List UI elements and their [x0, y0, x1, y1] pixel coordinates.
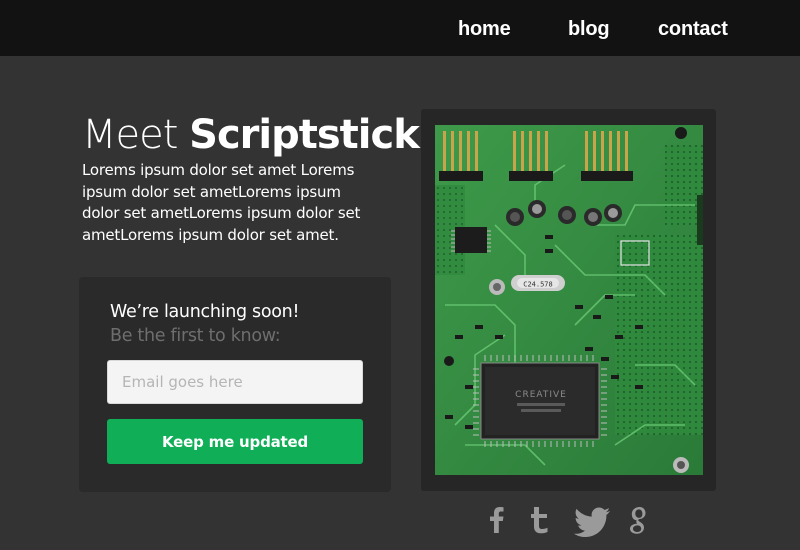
nav-link-home[interactable]: home: [458, 16, 511, 42]
title-prefix: Meet: [82, 112, 178, 158]
tumblr-icon[interactable]: [528, 503, 554, 537]
twitter-icon[interactable]: [572, 503, 612, 537]
circuit-board-image: C24.578 CREATIVE: [435, 125, 703, 475]
keep-me-updated-button[interactable]: Keep me updated: [107, 419, 363, 464]
nav-link-contact[interactable]: contact: [658, 16, 728, 42]
crystal-label: C24.578: [523, 281, 553, 289]
hero-description: Lorems ipsum dolor set amet Lorems ipsum…: [82, 161, 361, 244]
nav-link-blog[interactable]: blog: [568, 16, 610, 42]
google-plus-icon[interactable]: [629, 503, 651, 537]
chip-label: CREATIVE: [515, 390, 567, 400]
product-image-frame: C24.578 CREATIVE: [421, 109, 716, 491]
signup-subheading: Be the first to know:: [110, 326, 281, 346]
top-nav-bar: home blog contact: [0, 0, 800, 56]
page-title: Meet Scriptstick: [82, 112, 420, 158]
facebook-icon[interactable]: [488, 503, 508, 537]
page: home blog contact Meet Scriptstick Lorem…: [0, 0, 800, 550]
email-input[interactable]: [107, 360, 363, 404]
signup-heading: We’re launching soon!: [110, 302, 300, 322]
brand-name: Scriptstick: [189, 112, 420, 158]
signup-panel: We’re launching soon! Be the first to kn…: [79, 277, 391, 492]
